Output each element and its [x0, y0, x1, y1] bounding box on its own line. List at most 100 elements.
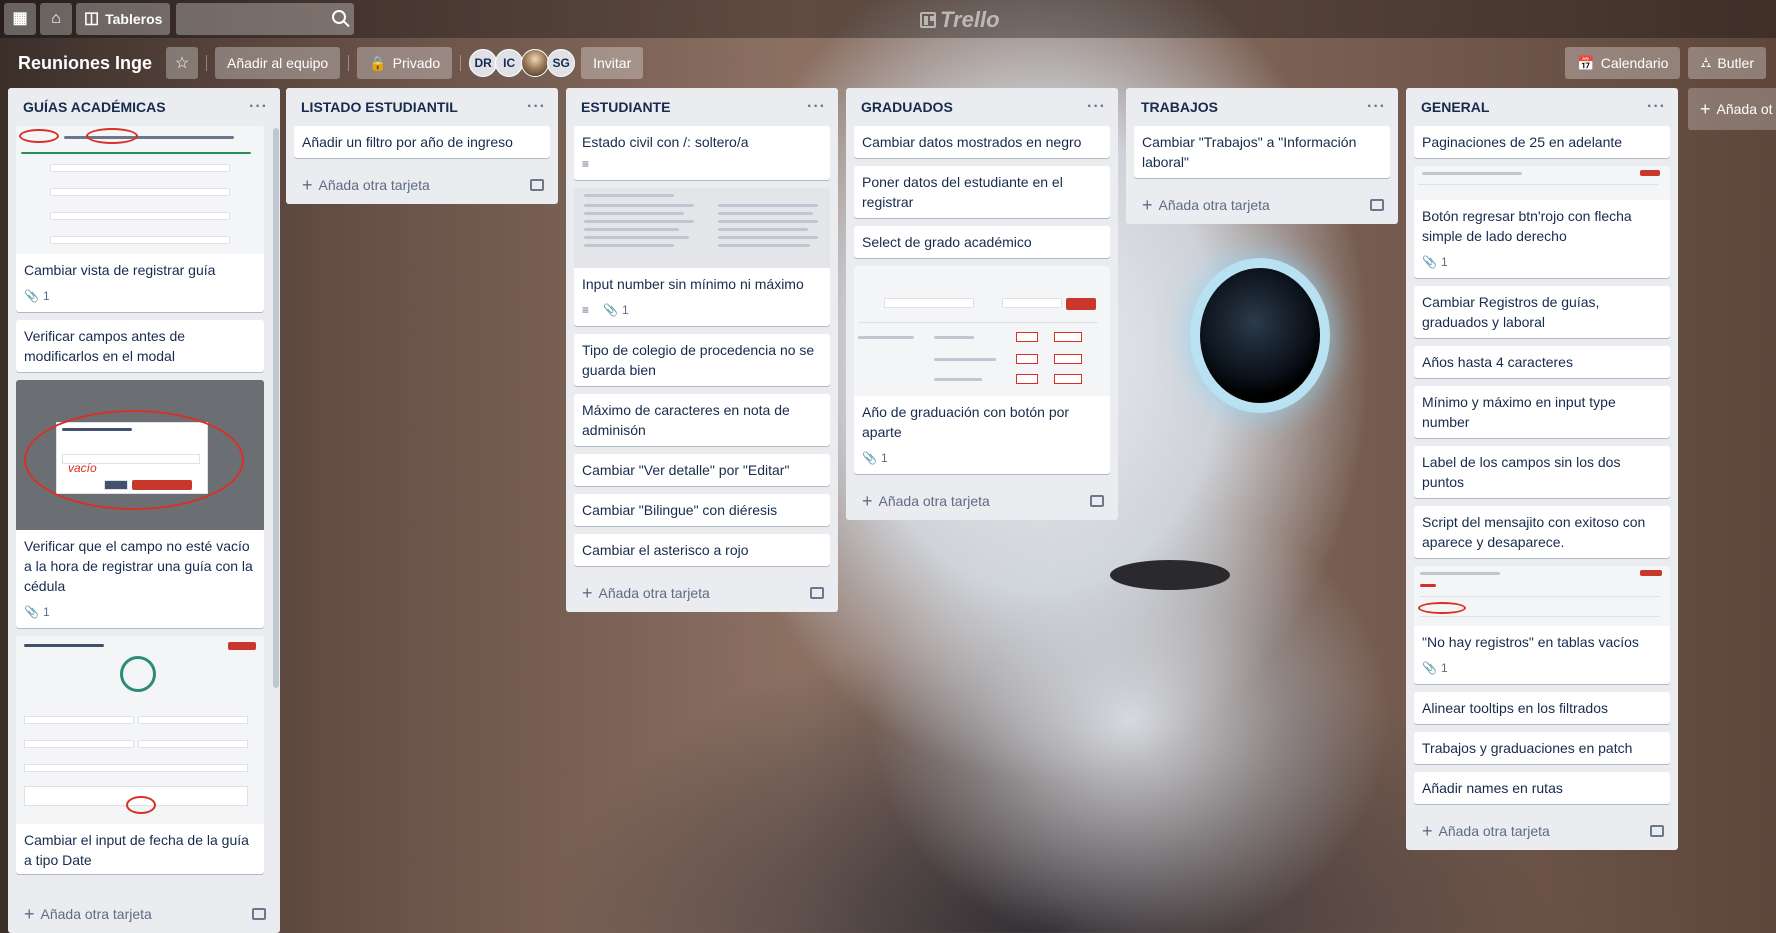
card[interactable]: Años hasta 4 caracteres: [1414, 346, 1670, 378]
card[interactable]: Añadir names en rutas: [1414, 772, 1670, 804]
card[interactable]: Alinear tooltips en los filtrados: [1414, 692, 1670, 724]
card[interactable]: Cambiar el input de fecha de la guía a t…: [16, 636, 264, 874]
card-template-icon[interactable]: [252, 908, 266, 920]
card[interactable]: Estado civil con /: soltero/a ≡: [574, 126, 830, 180]
add-to-team-button[interactable]: Añadir al equipo: [215, 47, 341, 79]
calendar-button[interactable]: 📅 Calendario: [1565, 47, 1681, 79]
card[interactable]: Año de graduación con botón por aparte 📎…: [854, 266, 1110, 474]
card-template-icon[interactable]: [1090, 495, 1104, 507]
card-template-icon[interactable]: [530, 179, 544, 191]
list-title[interactable]: ESTUDIANTE: [581, 99, 670, 115]
list-menu-icon[interactable]: ···: [249, 98, 268, 116]
list-general: GENERAL ··· Paginaciones de 25 en adelan…: [1406, 88, 1678, 850]
butler-button[interactable]: ⛼ Butler: [1688, 47, 1766, 79]
butler-icon: ⛼: [1700, 53, 1712, 70]
card-title: "No hay registros" en tablas vacíos: [1422, 634, 1639, 650]
attachment-badge: 📎 1: [24, 286, 50, 306]
list-menu-icon[interactable]: ···: [1087, 98, 1106, 116]
attachment-count: 1: [42, 289, 50, 303]
card[interactable]: Cambiar vista de registrar guía 📎 1: [16, 126, 264, 312]
paperclip-icon: 📎: [1422, 255, 1437, 269]
board-header: Reuniones Inge ☆ Añadir al equipo 🔒 Priva…: [0, 46, 1776, 80]
card-cover-image: [16, 636, 264, 824]
list-title[interactable]: TRABAJOS: [1141, 99, 1218, 115]
card-title: Botón regresar btn'rojo con flecha simpl…: [1422, 208, 1632, 244]
attachment-count: 1: [1440, 255, 1448, 269]
add-card-button[interactable]: + Añada otra tarjeta: [1142, 196, 1270, 214]
add-card-label: Añada otra tarjeta: [878, 493, 990, 509]
list-menu-icon[interactable]: ···: [1367, 98, 1386, 116]
attachment-count: 1: [621, 303, 629, 317]
add-card-button[interactable]: + Añada otra tarjeta: [582, 584, 710, 602]
apps-button[interactable]: ▦: [4, 3, 36, 35]
card-template-icon[interactable]: [1370, 199, 1384, 211]
trello-logo[interactable]: Trello: [920, 7, 1000, 33]
home-button[interactable]: ⌂: [40, 3, 72, 35]
list-title[interactable]: GENERAL: [1421, 99, 1489, 115]
card[interactable]: Poner datos del estudiante en el registr…: [854, 166, 1110, 218]
add-card-button[interactable]: + Añada otra tarjeta: [1422, 822, 1550, 840]
list-menu-icon[interactable]: ···: [807, 98, 826, 116]
add-list-button[interactable]: + Añada ot: [1688, 88, 1776, 130]
board-right-actions: 📅 Calendario ⛼ Butler: [1565, 47, 1766, 79]
avatar[interactable]: SG: [547, 49, 576, 77]
card-title: Añadir names en rutas: [1422, 780, 1563, 796]
card[interactable]: Cambiar Registros de guías, graduados y …: [1414, 286, 1670, 338]
card[interactable]: Verificar campos antes de modificarlos e…: [16, 320, 264, 372]
card[interactable]: Input number sin mínimo ni máximo ≡ 📎 1: [574, 188, 830, 326]
card[interactable]: Máximo de caracteres en nota de adminisó…: [574, 394, 830, 446]
invite-button[interactable]: Invitar: [581, 47, 644, 79]
card-cover-image: [1414, 166, 1670, 200]
boards-label: Tableros: [105, 11, 163, 27]
plus-icon: +: [1422, 821, 1433, 841]
card[interactable]: Cambiar "Ver detalle" por "Editar": [574, 454, 830, 486]
card[interactable]: Tipo de colegio de procedencia no se gua…: [574, 334, 830, 386]
card[interactable]: Cambiar "Bilingue" con diéresis: [574, 494, 830, 526]
search-icon: [332, 10, 347, 24]
card[interactable]: Cambiar datos mostrados en negro: [854, 126, 1110, 158]
list-title[interactable]: LISTADO ESTUDIANTIL: [301, 99, 458, 115]
card-badges: ≡: [582, 152, 822, 174]
search-input[interactable]: [176, 3, 355, 35]
card[interactable]: "No hay registros" en tablas vacíos 📎 1: [1414, 566, 1670, 684]
card-title: Cambiar "Trabajos" a "Información labora…: [1142, 134, 1357, 170]
calendar-icon: 📅: [1577, 54, 1595, 71]
add-card-button[interactable]: + Añada otra tarjeta: [24, 905, 152, 923]
star-button[interactable]: ☆: [166, 47, 199, 79]
divider: [460, 55, 462, 71]
privacy-button[interactable]: 🔒 Privado: [357, 47, 453, 79]
card[interactable]: Cambiar "Trabajos" a "Información labora…: [1134, 126, 1390, 178]
add-card-button[interactable]: + Añada otra tarjeta: [862, 492, 990, 510]
card[interactable]: Label de los campos sin los dos puntos: [1414, 446, 1670, 498]
card-badges: 📎 1: [1414, 656, 1670, 684]
card-template-icon[interactable]: [1650, 825, 1664, 837]
list-estudiante: ESTUDIANTE ··· Estado civil con /: solte…: [566, 88, 838, 612]
list-scrollbar[interactable]: [273, 128, 279, 688]
list-menu-icon[interactable]: ···: [1647, 98, 1666, 116]
list-header: LISTADO ESTUDIANTIL ···: [294, 88, 550, 126]
card[interactable]: Paginaciones de 25 en adelante: [1414, 126, 1670, 158]
card-template-icon[interactable]: [810, 587, 824, 599]
card[interactable]: Cambiar el asterisco a rojo: [574, 534, 830, 566]
card[interactable]: Trabajos y graduaciones en patch: [1414, 732, 1670, 764]
card[interactable]: Añadir un filtro por año de ingreso: [294, 126, 550, 158]
list-footer: + Añada otra tarjeta: [1134, 186, 1390, 224]
card-title: Cambiar vista de registrar guía: [24, 262, 216, 278]
boards-button[interactable]: ◫ Tableros: [76, 3, 171, 35]
cover-annotation: vacío: [68, 461, 97, 475]
avatar[interactable]: IC: [495, 49, 524, 77]
avatar[interactable]: DR: [469, 49, 498, 77]
list-title[interactable]: GRADUADOS: [861, 99, 953, 115]
add-card-label: Añada otra tarjeta: [598, 585, 710, 601]
list-title[interactable]: GUÍAS ACADÉMICAS: [23, 99, 166, 115]
card[interactable]: Mínimo y máximo en input type number: [1414, 386, 1670, 438]
avatar[interactable]: [521, 49, 550, 77]
card-title: Alinear tooltips en los filtrados: [1422, 700, 1608, 716]
card[interactable]: Select de grado académico: [854, 226, 1110, 258]
board-title[interactable]: Reuniones Inge: [10, 53, 160, 74]
card[interactable]: Botón regresar btn'rojo con flecha simpl…: [1414, 166, 1670, 278]
list-menu-icon[interactable]: ···: [527, 98, 546, 116]
add-card-button[interactable]: + Añada otra tarjeta: [302, 176, 430, 194]
card[interactable]: vacío Verificar que el campo no esté vac…: [16, 380, 264, 628]
card[interactable]: Script del mensajito con exitoso con apa…: [1414, 506, 1670, 558]
